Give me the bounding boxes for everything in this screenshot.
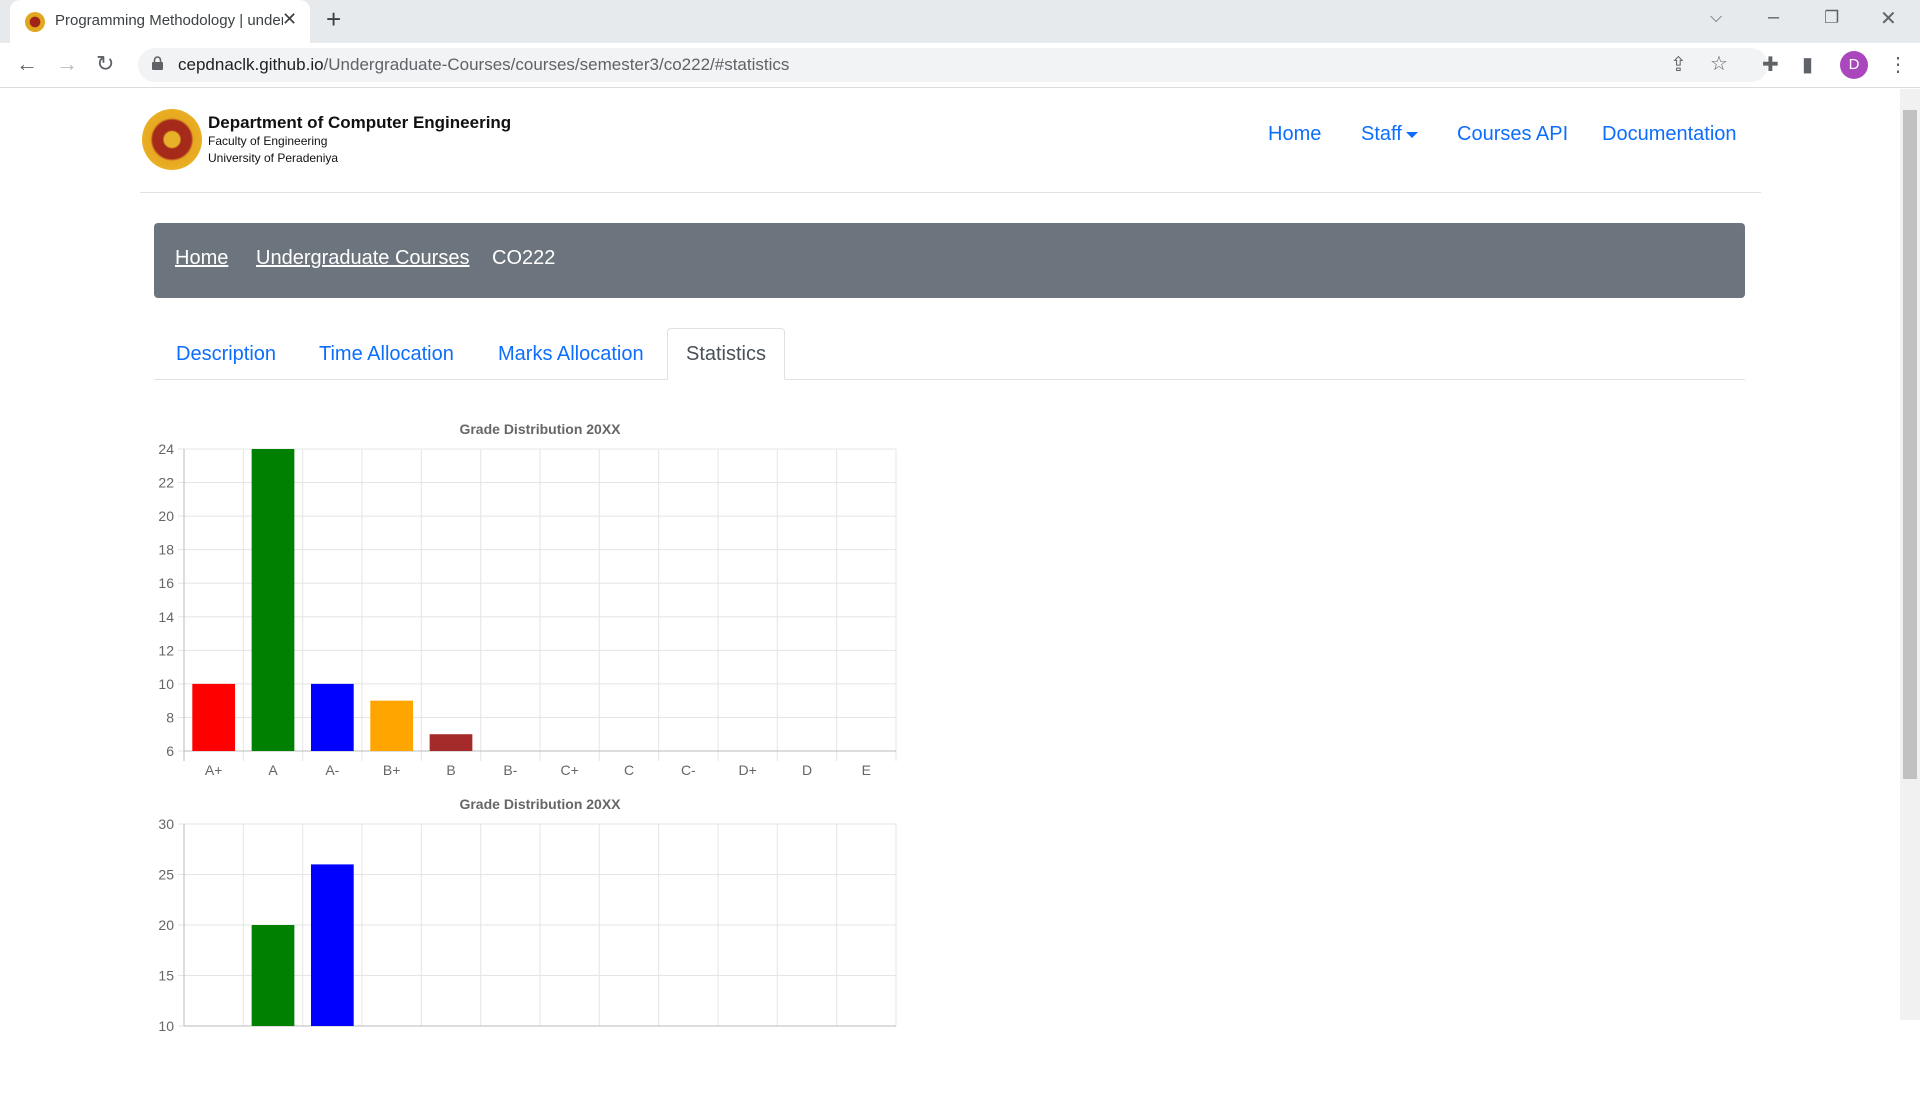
- forward-icon[interactable]: →: [56, 51, 78, 77]
- minimize-icon[interactable]: –: [1768, 6, 1779, 29]
- university-logo[interactable]: [142, 109, 202, 170]
- y-tick-label: 20: [158, 508, 174, 524]
- breadcrumb-home[interactable]: Home: [175, 247, 228, 270]
- x-tick-label: E: [862, 762, 871, 778]
- chart-title: Grade Distribution 20XX: [459, 421, 621, 437]
- x-tick-label: A: [268, 762, 278, 778]
- tab-description[interactable]: Description: [176, 343, 276, 366]
- tab-statistics[interactable]: Statistics: [667, 328, 785, 380]
- y-tick-label: 15: [158, 968, 174, 984]
- y-tick-label: 24: [158, 441, 174, 457]
- lock-icon: [152, 56, 163, 70]
- y-tick-label: 25: [158, 867, 174, 883]
- tab-title: Programming Methodology | undergraduate …: [55, 12, 283, 29]
- tabs-border: [154, 379, 1745, 380]
- caret-down-icon: [1405, 131, 1418, 138]
- side-panel-icon[interactable]: ▮: [1802, 52, 1813, 77]
- y-tick-label: 30: [158, 816, 174, 832]
- y-tick-label: 6: [166, 743, 174, 759]
- y-tick-label: 10: [158, 676, 174, 692]
- y-tick-label: 10: [158, 1018, 174, 1034]
- x-tick-label: C-: [681, 762, 696, 778]
- brand-title[interactable]: Department of Computer Engineering: [208, 113, 511, 133]
- breadcrumb-undergraduate-courses[interactable]: Undergraduate Courses: [256, 247, 469, 270]
- nav-staff-dropdown[interactable]: Staff: [1361, 123, 1418, 146]
- x-tick-label: C: [624, 762, 634, 778]
- bar-A-: [310, 864, 354, 1026]
- close-tab-icon[interactable]: ✕: [282, 9, 297, 30]
- brand-faculty: Faculty of Engineering: [208, 134, 328, 148]
- y-tick-label: 8: [166, 709, 174, 725]
- extensions-icon[interactable]: ✚: [1762, 52, 1779, 77]
- close-window-icon[interactable]: ✕: [1880, 6, 1897, 31]
- chart-title: Grade Distribution 20XX: [459, 796, 621, 812]
- url-domain: cepdnaclk.github.io: [178, 55, 324, 74]
- grade-chart-1: Grade Distribution 20XX 6 8 10 12 14 16 18 20 22 2…: [158, 421, 897, 778]
- y-tick-label: 16: [158, 575, 174, 591]
- reload-icon[interactable]: ↻: [96, 51, 114, 77]
- x-tick-label: B: [446, 762, 455, 778]
- new-tab-icon[interactable]: +: [326, 4, 341, 35]
- bar-A+: [192, 683, 236, 751]
- star-icon[interactable]: ☆: [1710, 51, 1728, 76]
- browser-toolbar: ← → ↻ cepdnaclk.github.io/Undergraduate-…: [0, 43, 1920, 88]
- nav-staff-label: Staff: [1361, 123, 1402, 145]
- nav-documentation[interactable]: Documentation: [1602, 123, 1737, 146]
- x-tick-label: D+: [739, 762, 757, 778]
- y-tick-label: 22: [158, 475, 174, 491]
- nav-home[interactable]: Home: [1268, 123, 1321, 146]
- avatar[interactable]: D: [1840, 51, 1868, 79]
- x-tick-label: D: [802, 762, 812, 778]
- browser-tab[interactable]: Programming Methodology | undergraduate …: [10, 0, 310, 43]
- y-tick-label: 20: [158, 917, 174, 933]
- header-divider: [140, 192, 1761, 193]
- bar-A: [251, 925, 295, 1026]
- bar-A: [251, 449, 295, 751]
- x-tick-label: C+: [561, 762, 579, 778]
- bar-B+: [370, 700, 414, 751]
- x-tick-label: A+: [205, 762, 223, 778]
- breadcrumb-current: CO222: [492, 247, 556, 269]
- y-tick-label: 12: [158, 642, 174, 658]
- menu-icon[interactable]: ⋮: [1888, 52, 1908, 77]
- tab-search-icon[interactable]: ⌵: [1710, 9, 1722, 27]
- y-tick-label: 18: [158, 542, 174, 558]
- restore-icon[interactable]: ❐: [1824, 8, 1839, 28]
- x-tick-label: A-: [325, 762, 339, 778]
- tab-time-allocation[interactable]: Time Allocation: [319, 343, 454, 366]
- url-path: /Undergraduate-Courses/courses/semester3…: [323, 55, 790, 74]
- y-tick-label: 14: [158, 609, 174, 625]
- browser-tab-strip: Programming Methodology | undergraduate …: [0, 0, 1920, 43]
- share-icon[interactable]: ⇪: [1670, 52, 1687, 77]
- x-tick-label: B+: [383, 762, 401, 778]
- bar-A-: [310, 683, 354, 751]
- breadcrumb: Home Undergraduate Courses CO222: [154, 223, 1745, 298]
- brand-university: University of Peradeniya: [208, 151, 339, 165]
- x-tick-label: B-: [503, 762, 517, 778]
- grade-chart-2: Grade Distribution 20XX 10 15 20 25 30: [158, 796, 897, 1034]
- scrollbar-thumb[interactable]: [1903, 110, 1917, 779]
- url-text: cepdnaclk.github.io/Undergraduate-Course…: [178, 55, 789, 75]
- favicon-icon: [25, 12, 45, 32]
- back-icon[interactable]: ←: [16, 51, 38, 77]
- tab-marks-allocation[interactable]: Marks Allocation: [498, 343, 644, 366]
- bar-B: [429, 734, 473, 751]
- address-bar[interactable]: cepdnaclk.github.io/Undergraduate-Course…: [138, 48, 1768, 82]
- nav-courses-api[interactable]: Courses API: [1457, 123, 1568, 146]
